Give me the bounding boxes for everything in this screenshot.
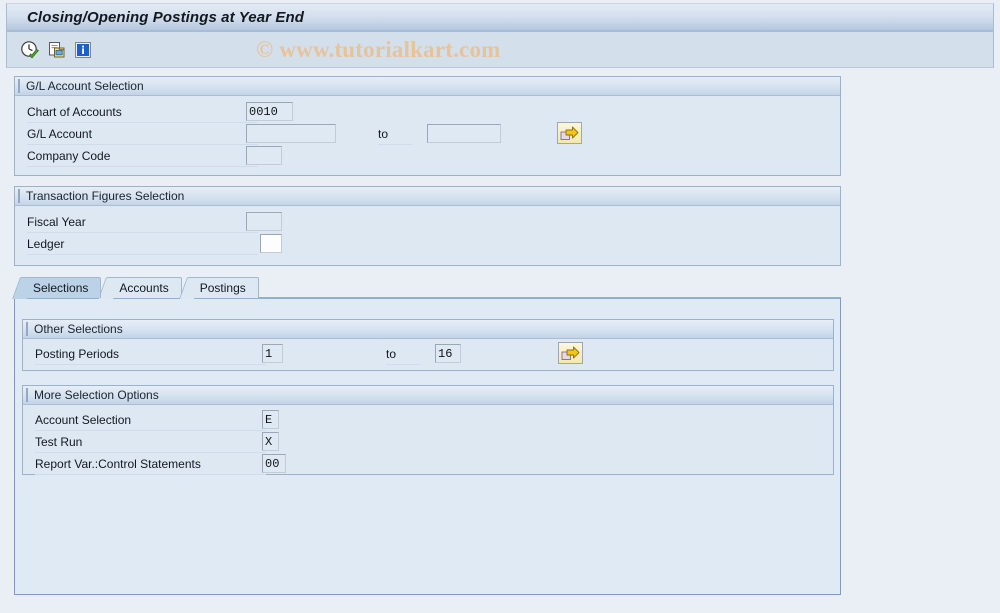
tab-postings[interactable]: Postings <box>178 277 259 299</box>
watermark-text: © www.tutorialkart.com <box>256 37 501 62</box>
tab-skew-edge <box>11 277 36 299</box>
label-chart-of-accounts: Chart of Accounts <box>27 103 258 123</box>
label-account-selection: Account Selection <box>35 411 266 431</box>
arrow-right-icon <box>561 346 580 360</box>
label-gl-account: G/L Account <box>27 125 258 145</box>
posting-periods-multiple-selection-button[interactable] <box>558 342 583 364</box>
execute-icon[interactable] <box>20 40 40 60</box>
execute-background-icon[interactable] <box>47 40 67 60</box>
label-company-code: Company Code <box>27 147 258 167</box>
label-fiscal-year: Fiscal Year <box>27 213 258 233</box>
group-header-other-selections: Other Selections <box>23 320 833 339</box>
tab-accounts[interactable]: Accounts <box>98 277 182 299</box>
gl-account-multiple-selection-button[interactable] <box>557 122 582 144</box>
group-transaction-figures-selection: Transaction Figures Selection Fiscal Yea… <box>14 186 841 266</box>
input-posting-periods-to[interactable] <box>435 344 461 363</box>
input-chart-of-accounts[interactable] <box>246 102 293 121</box>
input-report-var-control-statements[interactable] <box>262 454 286 473</box>
group-other-selections: Other Selections Posting Periods to <box>22 319 834 371</box>
label-posting-periods: Posting Periods <box>35 345 266 365</box>
sap-transaction-screen: Closing/Opening Postings at Year End © w… <box>0 0 1000 613</box>
group-header-gl-account-selection: G/L Account Selection <box>15 77 840 96</box>
group-header-transaction-figures: Transaction Figures Selection <box>15 187 840 206</box>
input-company-code[interactable] <box>246 146 282 165</box>
info-icon[interactable] <box>73 40 93 60</box>
tab-selections[interactable]: Selections <box>11 277 102 299</box>
window-title-bar: Closing/Opening Postings at Year End <box>6 3 994 32</box>
input-account-selection[interactable] <box>262 410 279 429</box>
input-posting-periods-from[interactable] <box>262 344 283 363</box>
input-fiscal-year[interactable] <box>246 212 282 231</box>
tab-strip: Selections Accounts Postings <box>11 277 259 299</box>
tab-skew-edge <box>178 277 202 299</box>
tab-panel-selections: Other Selections Posting Periods to More… <box>14 297 841 595</box>
label-report-var-control-statements: Report Var.:Control Statements <box>35 455 266 475</box>
group-gl-account-selection: G/L Account Selection Chart of Accounts … <box>14 76 841 176</box>
input-ledger[interactable] <box>260 234 282 253</box>
tab-postings-label: Postings <box>199 281 246 295</box>
group-header-more-selection-options: More Selection Options <box>23 386 833 405</box>
input-gl-account-from[interactable] <box>246 124 336 143</box>
tab-skew-edge <box>98 277 122 299</box>
tab-selections-label: Selections <box>33 281 89 295</box>
input-test-run[interactable] <box>262 432 279 451</box>
label-posting-periods-to: to <box>386 345 421 365</box>
input-gl-account-to[interactable] <box>427 124 501 143</box>
tab-accounts-label: Accounts <box>119 281 169 295</box>
group-title-transaction-figures: Transaction Figures Selection <box>26 189 185 203</box>
arrow-right-icon <box>560 126 579 140</box>
label-ledger: Ledger <box>27 235 258 255</box>
page-title: Closing/Opening Postings at Year End <box>27 9 304 26</box>
label-test-run: Test Run <box>35 433 266 453</box>
group-title-gl-account-selection: G/L Account Selection <box>26 79 144 93</box>
group-more-selection-options: More Selection Options Account Selection… <box>22 385 834 475</box>
label-gl-account-to: to <box>378 125 413 145</box>
group-title-other-selections: Other Selections <box>34 322 123 336</box>
group-title-more-selection-options: More Selection Options <box>34 388 159 402</box>
